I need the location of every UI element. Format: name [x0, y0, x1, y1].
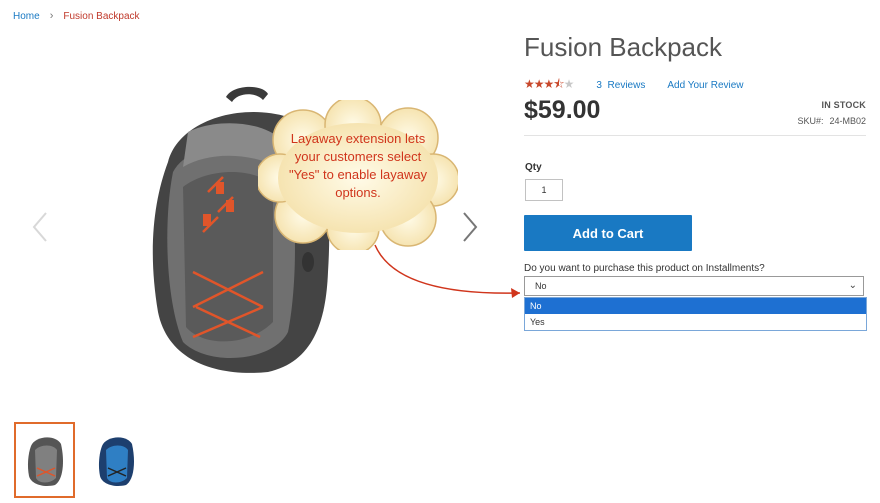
callout-line: Layaway extension lets — [290, 131, 426, 146]
installments-option-no[interactable]: No — [525, 298, 866, 314]
chevron-left-icon[interactable] — [30, 210, 50, 244]
breadcrumb-current: Fusion Backpack — [63, 10, 140, 22]
installments-option-yes[interactable]: Yes — [525, 314, 866, 330]
callout-line: "Yes" to enable layaway — [288, 167, 428, 182]
callout-line: options. — [335, 185, 381, 200]
sku-label: SKU#: — [797, 116, 824, 126]
callout-arrow — [374, 244, 521, 298]
thumbnail-strip — [14, 422, 146, 498]
qty-label: Qty — [525, 162, 542, 173]
reviews-label: Reviews — [607, 80, 646, 91]
callout-line: your customers select — [294, 149, 422, 164]
add-review-link[interactable]: Add Your Review — [667, 80, 743, 91]
reviews-count: 3 — [596, 80, 602, 91]
installments-selected: No — [535, 281, 547, 291]
reviews-link[interactable]: 3 Reviews — [596, 80, 645, 91]
breadcrumb-home[interactable]: Home — [13, 11, 40, 22]
chevron-right-icon[interactable] — [460, 210, 480, 244]
product-title: Fusion Backpack — [524, 32, 722, 62]
sku-value: 24-MB02 — [829, 116, 866, 126]
installments-options: No Yes — [524, 297, 867, 331]
qty-input[interactable]: 1 — [525, 179, 563, 201]
backpack-blue-image — [98, 436, 134, 486]
breadcrumb-separator: › — [49, 10, 54, 22]
thumbnail-blue[interactable] — [86, 422, 146, 497]
backpack-gray-image — [27, 437, 63, 486]
product-price: $59.00 — [524, 96, 601, 124]
breadcrumb: Home › Fusion Backpack — [13, 10, 140, 22]
product-sku: SKU#: 24-MB02 — [797, 116, 866, 126]
installments-select[interactable]: No ⌄ — [524, 276, 864, 296]
stock-status: IN STOCK — [821, 100, 866, 110]
product-rating: ★★★⯪★ 3 Reviews Add Your Review — [524, 75, 744, 96]
installments-question: Do you want to purchase this product on … — [524, 263, 765, 274]
rating-stars: ★★★⯪★ — [524, 77, 574, 91]
thumbnail-gray[interactable] — [14, 422, 75, 498]
chevron-down-icon: ⌄ — [848, 280, 857, 291]
divider — [524, 135, 866, 136]
callout-text: Layaway extension lets your customers se… — [272, 130, 444, 202]
add-to-cart-button[interactable]: Add to Cart — [524, 215, 692, 251]
